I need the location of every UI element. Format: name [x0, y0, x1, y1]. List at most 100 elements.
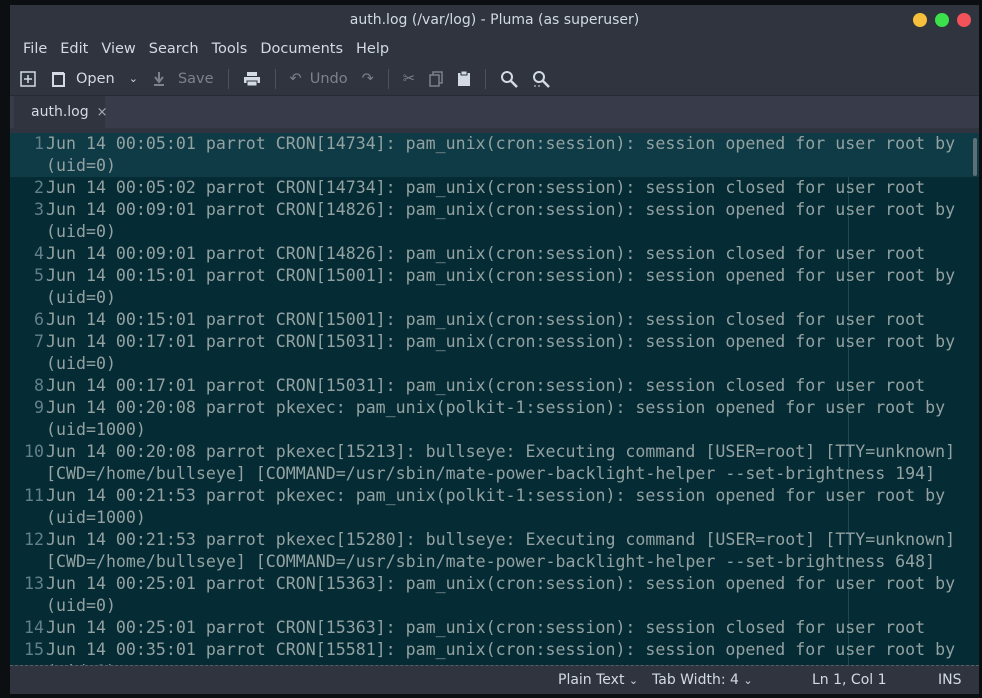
chevron-down-icon: ⌄: [743, 674, 753, 687]
line-number: 12: [24, 530, 44, 549]
toolbar: Open ⌄ Save ↶ Undo ↷ ✂: [10, 62, 979, 96]
print-button[interactable]: [243, 71, 261, 87]
language-label: Plain Text: [558, 672, 625, 688]
line-text: Jun 14 00:05:01 parrot CRON[14734]: pam_…: [46, 134, 966, 175]
code-line[interactable]: 4 Jun 14 00:09:01 parrot CRON[14826]: pam…: [10, 243, 979, 265]
undo-button[interactable]: ↶ Undo: [290, 71, 348, 87]
open-button[interactable]: Open: [50, 71, 115, 87]
line-text: Jun 14 00:25:01 parrot CRON[15363]: pam_…: [46, 618, 926, 637]
line-text: Jun 14 00:20:08 parrot pkexec[15213]: bu…: [46, 442, 966, 483]
tab-width-selector[interactable]: Tab Width: 4 ⌄: [652, 672, 753, 688]
code-line[interactable]: 13 Jun 14 00:25:01 parrot CRON[15363]: pa…: [10, 573, 979, 617]
redo-button[interactable]: ↷: [362, 71, 374, 87]
code-line[interactable]: 1 Jun 14 00:05:01 parrot CRON[14734]: pam…: [10, 133, 979, 177]
line-number: 11: [24, 486, 44, 505]
cut-icon: ✂: [402, 70, 415, 87]
menu-tools[interactable]: Tools: [207, 41, 254, 57]
code-line[interactable]: 10 Jun 14 00:20:08 parrot pkexec[15213]: …: [10, 441, 979, 485]
tab-auth-log[interactable]: auth.log ×: [14, 96, 108, 128]
line-number: 15: [24, 640, 44, 659]
line-number: 13: [24, 574, 44, 593]
code-line[interactable]: 3 Jun 14 00:09:01 parrot CRON[14826]: pam…: [10, 199, 979, 243]
open-label: Open: [76, 70, 115, 87]
code-line[interactable]: 8 Jun 14 00:17:01 parrot CRON[15031]: pam…: [10, 375, 979, 397]
new-button[interactable]: [20, 70, 36, 87]
save-button[interactable]: Save: [152, 71, 214, 87]
line-text: Jun 14 00:05:02 parrot CRON[14734]: pam_…: [46, 178, 926, 197]
title-bar[interactable]: auth.log (/var/log) - Pluma (as superuse…: [10, 5, 979, 36]
code-line[interactable]: 2 Jun 14 00:05:02 parrot CRON[14734]: pam…: [10, 177, 979, 199]
line-text: Jun 14 00:09:01 parrot CRON[14826]: pam_…: [46, 244, 926, 263]
language-selector[interactable]: Plain Text ⌄: [558, 672, 638, 688]
code-line[interactable]: 12 Jun 14 00:21:53 parrot pkexec[15280]: …: [10, 529, 979, 573]
line-number: 8: [34, 376, 44, 395]
insert-mode: INS: [938, 672, 962, 688]
line-number: 6: [34, 310, 44, 329]
separator: [274, 68, 276, 89]
menu-search[interactable]: Search: [144, 41, 205, 57]
line-text: Jun 14 00:17:01 parrot CRON[15031]: pam_…: [46, 376, 926, 395]
minimize-button[interactable]: [913, 13, 927, 27]
text-editor[interactable]: 1 Jun 14 00:05:01 parrot CRON[14734]: pam…: [10, 133, 979, 665]
paste-icon: [457, 70, 470, 86]
menu-view[interactable]: View: [96, 41, 141, 57]
tab-label: auth.log: [31, 104, 89, 120]
line-text: Jun 14 00:15:01 parrot CRON[15001]: pam_…: [46, 310, 926, 329]
save-icon: [153, 71, 164, 86]
code-line[interactable]: 9 Jun 14 00:20:08 parrot pkexec: pam_unix…: [10, 397, 979, 441]
menu-documents[interactable]: Documents: [255, 41, 349, 57]
separator: [387, 68, 389, 89]
window-title: auth.log (/var/log) - Pluma (as superuse…: [349, 12, 640, 28]
redo-icon: ↷: [361, 70, 374, 87]
chevron-down-icon: ⌄: [628, 674, 639, 687]
tab-width-label: Tab Width: 4: [652, 672, 739, 688]
line-text: Jun 14 00:20:08 parrot pkexec: pam_unix(…: [46, 398, 956, 439]
line-text: Jun 14 00:35:01 parrot CRON[15581]: pam_…: [46, 640, 956, 665]
copy-button[interactable]: [429, 70, 443, 87]
line-text: Jun 14 00:25:01 parrot CRON[15363]: pam_…: [46, 574, 966, 615]
line-text: Jun 14 00:21:53 parrot pkexec[15280]: bu…: [46, 530, 966, 571]
save-label: Save: [177, 70, 214, 87]
code-line[interactable]: 7 Jun 14 00:17:01 parrot CRON[15031]: pam…: [10, 331, 979, 375]
menu-help[interactable]: Help: [351, 41, 395, 57]
code-line[interactable]: 15 Jun 14 00:35:01 parrot CRON[15581]: pa…: [10, 639, 979, 665]
close-button[interactable]: [957, 13, 971, 27]
chevron-down-icon: ⌄: [128, 72, 138, 85]
line-number: 3: [34, 200, 44, 219]
tab-bar: auth.log ×: [10, 96, 979, 128]
code-line[interactable]: 5 Jun 14 00:15:01 parrot CRON[15001]: pam…: [10, 265, 979, 309]
cursor-position: Ln 1, Col 1: [812, 672, 887, 688]
new-document-icon: [20, 70, 36, 87]
menu-edit[interactable]: Edit: [55, 41, 94, 57]
line-number: 5: [34, 266, 44, 285]
code-line[interactable]: 6 Jun 14 00:15:01 parrot CRON[15001]: pam…: [10, 309, 979, 331]
line-text: Jun 14 00:21:53 parrot pkexec: pam_unix(…: [46, 486, 956, 527]
line-number: 1: [34, 134, 44, 153]
code-line[interactable]: 11 Jun 14 00:21:53 parrot pkexec: pam_uni…: [10, 485, 979, 529]
open-icon: [52, 71, 65, 87]
paste-button[interactable]: [457, 70, 471, 87]
line-number: 7: [34, 332, 44, 351]
menu-bar: File Edit View Search Tools Documents He…: [10, 36, 979, 62]
menu-file[interactable]: File: [18, 41, 53, 57]
line-number: 10: [24, 442, 44, 461]
find-button[interactable]: [500, 70, 518, 88]
line-text: Jun 14 00:17:01 parrot CRON[15031]: pam_…: [46, 332, 966, 373]
undo-icon: ↶: [289, 70, 302, 87]
copy-icon: [429, 70, 443, 87]
print-icon: [243, 71, 260, 86]
line-number: 9: [34, 398, 44, 417]
cut-button[interactable]: ✂: [403, 71, 415, 87]
vertical-scrollbar[interactable]: [973, 138, 977, 176]
tab-close-button[interactable]: ×: [97, 105, 108, 120]
find-replace-icon: [532, 70, 550, 88]
separator: [484, 68, 486, 89]
undo-label: Undo: [309, 70, 348, 87]
open-recent-dropdown[interactable]: ⌄: [129, 72, 138, 85]
line-number: 2: [34, 178, 44, 197]
maximize-button[interactable]: [935, 13, 949, 27]
code-line[interactable]: 14 Jun 14 00:25:01 parrot CRON[15363]: pa…: [10, 617, 979, 639]
find-replace-button[interactable]: [532, 70, 550, 88]
search-icon: [500, 70, 518, 88]
line-text: Jun 14 00:09:01 parrot CRON[14826]: pam_…: [46, 200, 966, 241]
